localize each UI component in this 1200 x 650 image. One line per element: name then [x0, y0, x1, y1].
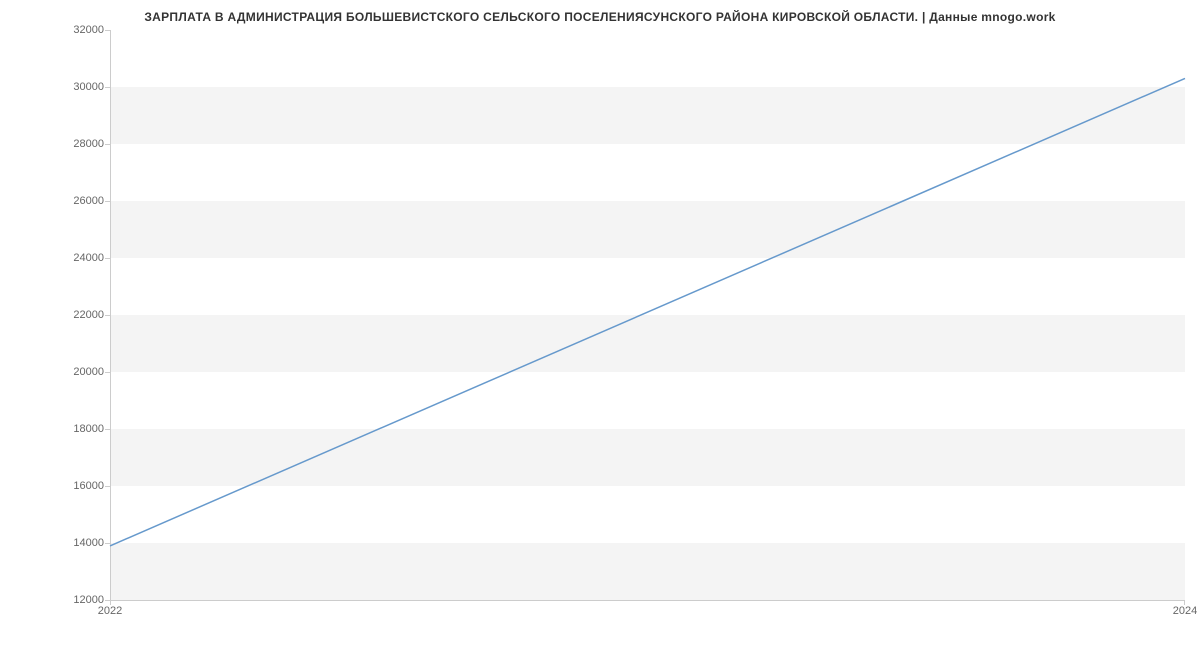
y-tick-label: 16000 — [44, 480, 104, 492]
y-tick-label: 12000 — [44, 594, 104, 606]
y-tick-label: 14000 — [44, 537, 104, 549]
x-tick-label: 2024 — [1173, 605, 1197, 617]
y-tick-label: 22000 — [44, 309, 104, 321]
y-tick-label: 26000 — [44, 195, 104, 207]
chart-line-layer — [110, 30, 1185, 600]
x-tick-label: 2022 — [98, 605, 122, 617]
y-tick-label: 18000 — [44, 423, 104, 435]
y-tick-label: 24000 — [44, 252, 104, 264]
y-tick-label: 20000 — [44, 366, 104, 378]
chart-title: ЗАРПЛАТА В АДМИНИСТРАЦИЯ БОЛЬШЕВИСТСКОГО… — [0, 10, 1200, 24]
y-tick-label: 32000 — [44, 24, 104, 36]
y-tick-label: 28000 — [44, 138, 104, 150]
chart-container: ЗАРПЛАТА В АДМИНИСТРАЦИЯ БОЛЬШЕВИСТСКОГО… — [0, 0, 1200, 650]
x-axis-line — [110, 600, 1185, 601]
data-line — [110, 78, 1185, 546]
y-tick-label: 30000 — [44, 81, 104, 93]
